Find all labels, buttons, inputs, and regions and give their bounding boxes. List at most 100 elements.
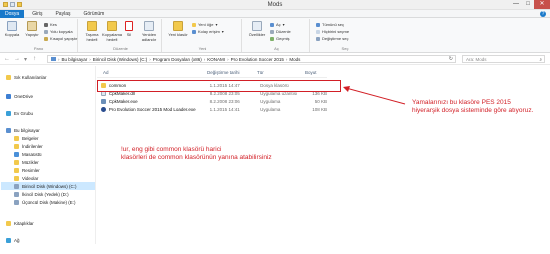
copy-icon xyxy=(7,21,17,31)
nav-item-drive-e[interactable]: Üçüncül Disk (Makine) (E:) xyxy=(14,198,76,206)
paste-shortcut-button[interactable]: Kısayol yapıştır xyxy=(44,36,77,41)
nav-item-drive-d[interactable]: İkincil Disk (Yedek) (D:) xyxy=(14,190,69,198)
breadcrumb-item[interactable]: Birincil Disk (Windows) (C:) xyxy=(93,57,148,62)
header-divider xyxy=(97,77,327,78)
network-icon xyxy=(6,237,11,243)
back-arrow-icon[interactable]: ← xyxy=(4,56,10,62)
ribbon: Kopyala Yapıştır Kes Yolu kopyala Kısayo… xyxy=(0,18,550,53)
column-header-size[interactable]: Boyut xyxy=(305,70,317,75)
nav-item-this-pc[interactable]: Bu bilgisayar xyxy=(6,126,40,134)
edit-icon xyxy=(270,29,274,34)
tab-home[interactable]: Giriş xyxy=(27,10,47,18)
select-all-button[interactable]: Tümünü seç xyxy=(316,22,344,27)
cloud-icon xyxy=(6,93,11,99)
window-title: Mods xyxy=(267,2,283,8)
properties-icon xyxy=(252,21,262,31)
title-bar: Mods — □ ✕ xyxy=(0,0,550,10)
nav-item-libraries[interactable]: Kitaplıklar xyxy=(6,219,34,227)
new-item-button[interactable]: Yeni öğe ▾ xyxy=(192,22,217,27)
cut-button[interactable]: Kes xyxy=(44,22,57,27)
nav-item-desktop[interactable]: Masaüstü xyxy=(14,150,42,158)
chevron-down-icon: ▾ xyxy=(221,29,224,34)
history-button[interactable]: Geçmiş xyxy=(270,36,290,41)
table-row[interactable]: CpkMaker.exe 8.2.2008 23:06 Uygulama 50 … xyxy=(97,98,327,105)
rename-icon xyxy=(144,21,154,31)
select-all-icon xyxy=(316,22,320,27)
breadcrumb-item[interactable]: Pro Evolution Soccer 2015 xyxy=(231,57,284,62)
status-bar xyxy=(0,244,550,254)
select-none-button[interactable]: Hiçbirini seçme xyxy=(316,29,349,34)
breadcrumb[interactable]: › Bu bilgisayar › Birincil Disk (Windows… xyxy=(47,55,456,63)
nav-item-drive-c[interactable]: Birincil Disk (Windows) (C:) xyxy=(1,182,95,190)
nav-item-music[interactable]: Müzikler xyxy=(14,158,39,166)
paste-button[interactable]: Yapıştır xyxy=(22,21,42,37)
search-input[interactable]: Ara: Mods ⌕ xyxy=(462,55,545,63)
close-button[interactable]: ✕ xyxy=(534,0,550,9)
computer-icon xyxy=(51,57,56,61)
folder-icon xyxy=(14,143,19,149)
drive-icon xyxy=(14,183,19,189)
folder-icon xyxy=(14,167,19,173)
folder-icon xyxy=(14,159,19,165)
easy-access-icon xyxy=(192,29,196,34)
rename-button[interactable]: Yeniden adlandır xyxy=(138,21,160,42)
copy-folder-icon xyxy=(107,21,117,31)
address-bar-row: ← → ▾ ↑ › Bu bilgisayar › Birincil Disk … xyxy=(0,53,550,65)
ribbon-tabs: Dosya Giriş Paylaş Görünüm ? xyxy=(0,9,550,18)
move-to-button[interactable]: Taşıma hedefi xyxy=(82,21,102,42)
chevron-down-icon: ▾ xyxy=(282,22,285,27)
breadcrumb-item[interactable]: Bu bilgisayar xyxy=(62,57,88,62)
nav-item-onedrive[interactable]: OneDrive xyxy=(6,92,33,100)
invert-selection-button[interactable]: Değiştirme seç xyxy=(316,36,348,41)
maximize-button[interactable]: □ xyxy=(522,0,534,9)
copy-button[interactable]: Kopyala xyxy=(2,21,22,37)
forward-arrow-icon[interactable]: → xyxy=(14,56,20,62)
annotation-left: !ur, eng gibi common klasörü harici klas… xyxy=(121,146,272,161)
delete-button[interactable]: Sil xyxy=(122,21,136,37)
minimize-button[interactable]: — xyxy=(510,0,522,9)
easy-access-button[interactable]: Kolay erişim ▾ xyxy=(192,29,224,34)
up-arrow-icon[interactable]: ↑ xyxy=(33,56,36,62)
recent-locations-icon[interactable]: ▾ xyxy=(24,56,27,63)
help-icon[interactable]: ? xyxy=(540,11,546,17)
tab-file[interactable]: Dosya xyxy=(0,9,25,18)
refresh-icon[interactable]: ↻ xyxy=(449,56,453,62)
table-row[interactable]: Pro Evolution Soccer 2015 Mod Loader.exe… xyxy=(97,106,327,113)
edit-button[interactable]: Düzenle xyxy=(270,29,291,34)
folder-icon xyxy=(14,175,19,181)
new-folder-icon xyxy=(173,21,183,31)
column-header-name[interactable]: Ad xyxy=(103,70,109,75)
open-button[interactable]: Aç ▾ xyxy=(270,22,285,27)
select-none-icon xyxy=(316,29,320,34)
copy-to-button[interactable]: Kopyalama hedefi xyxy=(102,21,122,42)
computer-icon xyxy=(6,127,11,133)
nav-item-videos[interactable]: Videolar xyxy=(14,174,38,182)
move-folder-icon xyxy=(87,21,97,31)
nav-item-homegroup[interactable]: Ev Grubu xyxy=(6,109,33,117)
pes-exe-icon xyxy=(101,107,106,112)
drive-icon xyxy=(14,199,19,205)
breadcrumb-item[interactable]: Mods xyxy=(289,57,300,62)
homegroup-icon xyxy=(6,110,11,116)
breadcrumb-item[interactable]: KONAMI xyxy=(207,57,225,62)
paste-icon xyxy=(27,21,37,31)
nav-item-documents[interactable]: Belgeler xyxy=(14,134,39,142)
delete-icon xyxy=(125,21,133,31)
properties-button[interactable]: Özellikler xyxy=(247,21,267,37)
new-folder-button[interactable]: Yeni klasör xyxy=(168,21,188,37)
nav-item-favorites[interactable]: Sık Kullanılanlar xyxy=(6,73,47,81)
scissors-icon xyxy=(44,22,48,27)
copy-path-button[interactable]: Yolu kopyala xyxy=(44,29,73,34)
exe-icon xyxy=(101,99,106,104)
column-header-type[interactable]: Tür xyxy=(257,70,264,75)
history-icon xyxy=(270,36,274,41)
tab-share[interactable]: Paylaş xyxy=(50,10,75,18)
nav-item-network[interactable]: Ağ xyxy=(6,236,20,244)
breadcrumb-item[interactable]: Program Dosyaları (x86) xyxy=(153,57,202,62)
column-header-date[interactable]: Değiştirme tarihi xyxy=(207,70,240,75)
chevron-down-icon: ▾ xyxy=(215,22,218,27)
nav-item-pictures[interactable]: Resimler xyxy=(14,166,40,174)
folder-icon xyxy=(14,151,19,157)
tab-view[interactable]: Görünüm xyxy=(78,10,109,18)
nav-item-downloads[interactable]: İndirilenler xyxy=(14,142,43,150)
